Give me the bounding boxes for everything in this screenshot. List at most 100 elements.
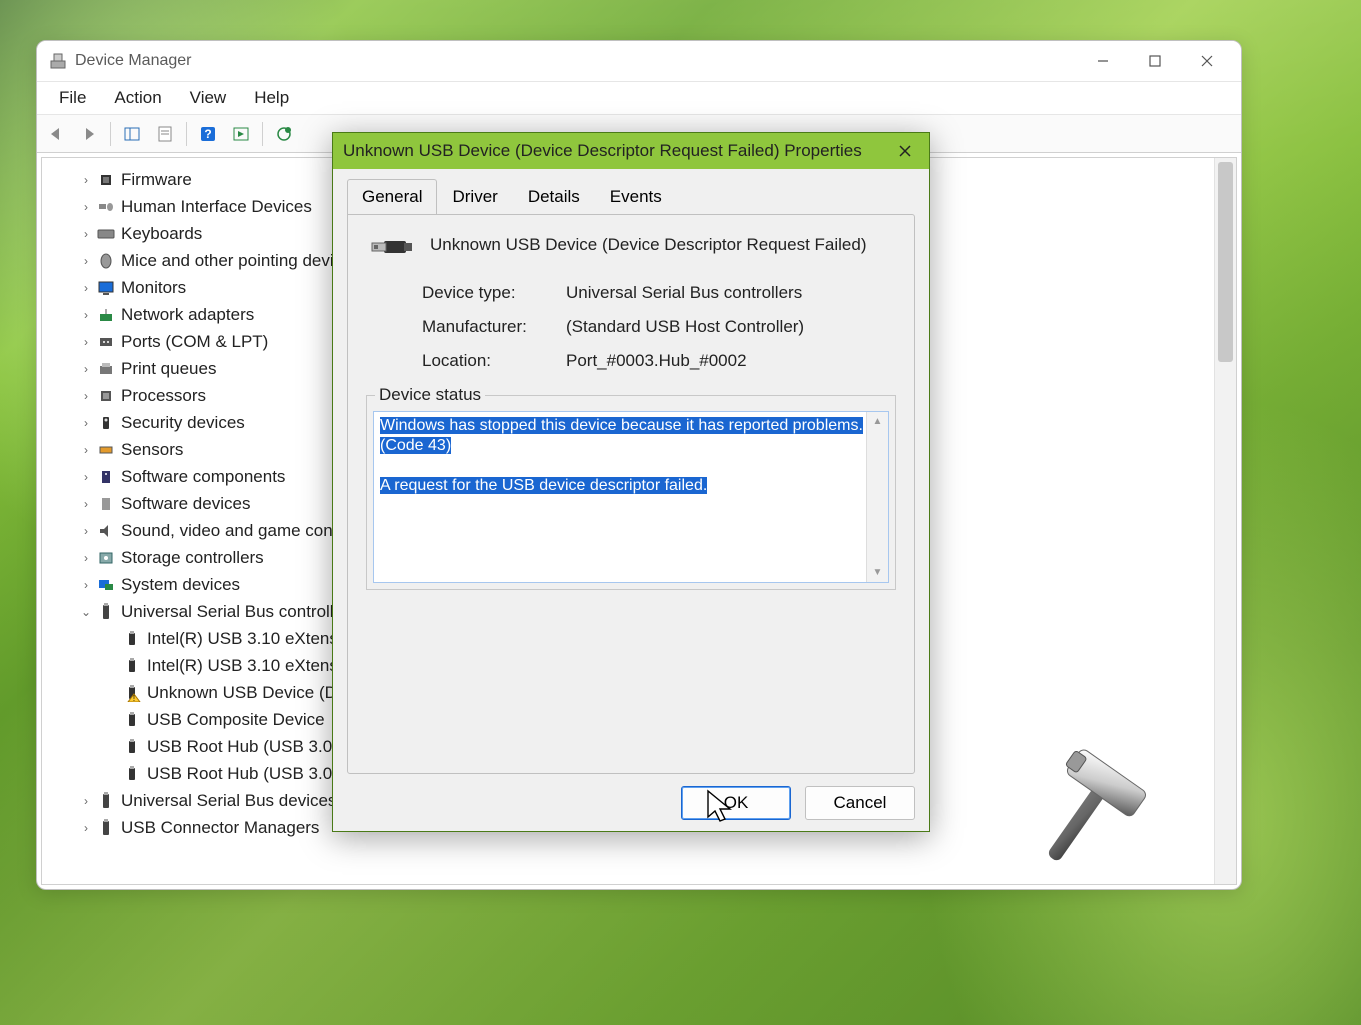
chevron-right-icon[interactable]: › — [78, 281, 94, 295]
tab-events[interactable]: Events — [595, 179, 677, 215]
dialog-close-button[interactable] — [891, 139, 919, 163]
chevron-right-icon[interactable]: › — [78, 308, 94, 322]
sysdev-icon — [96, 575, 116, 595]
svg-text:?: ? — [204, 127, 211, 141]
menu-action[interactable]: Action — [100, 84, 175, 112]
device-status-textbox[interactable]: Windows has stopped this device because … — [373, 411, 889, 583]
firmware-icon — [96, 170, 116, 190]
forward-button[interactable] — [74, 119, 104, 149]
tab-details[interactable]: Details — [513, 179, 595, 215]
properties-icon[interactable] — [150, 119, 180, 149]
chevron-right-icon[interactable]: › — [78, 524, 94, 538]
usb-plug-icon — [366, 233, 414, 257]
storage-icon — [96, 548, 116, 568]
chevron-right-icon[interactable]: › — [78, 200, 94, 214]
status-scrollbar[interactable]: ▲ ▼ — [866, 412, 888, 582]
back-button[interactable] — [41, 119, 71, 149]
tab-strip: General Driver Details Events — [333, 169, 929, 215]
mouse-icon — [96, 251, 116, 271]
menu-view[interactable]: View — [176, 84, 241, 112]
tree-item-label: Software components — [121, 467, 285, 487]
tree-item-label: Processors — [121, 386, 206, 406]
maximize-button[interactable] — [1129, 43, 1181, 79]
chevron-right-icon[interactable]: › — [78, 443, 94, 457]
scroll-down-icon[interactable]: ▼ — [873, 563, 883, 582]
chevron-right-icon[interactable]: › — [78, 362, 94, 376]
device-name: Unknown USB Device (Device Descriptor Re… — [430, 235, 867, 255]
tree-item-label: Sensors — [121, 440, 183, 460]
tree-item-label: USB Root Hub (USB 3.0) — [147, 764, 338, 784]
chevron-right-icon[interactable]: › — [78, 794, 94, 808]
usbplug-icon — [122, 737, 142, 757]
status-line-1: Windows has stopped this device because … — [380, 417, 863, 454]
titlebar[interactable]: Device Manager — [37, 41, 1241, 81]
tab-driver[interactable]: Driver — [437, 179, 512, 215]
sec-icon — [96, 413, 116, 433]
chevron-right-icon[interactable]: › — [78, 389, 94, 403]
show-hide-console-button[interactable] — [117, 119, 147, 149]
minimize-button[interactable] — [1077, 43, 1129, 79]
manufacturer-value: (Standard USB Host Controller) — [566, 317, 804, 337]
tree-item-label: Software devices — [121, 494, 250, 514]
scan-icon[interactable] — [226, 119, 256, 149]
chevron-right-icon[interactable]: › — [78, 173, 94, 187]
tree-item-label: Security devices — [121, 413, 245, 433]
ok-button[interactable]: OK — [681, 786, 791, 820]
chevron-right-icon[interactable]: › — [78, 497, 94, 511]
tree-item-label: USB Connector Managers — [121, 818, 319, 838]
device-info: Device type: Universal Serial Bus contro… — [422, 283, 896, 371]
chevron-right-icon[interactable]: › — [78, 821, 94, 835]
usbplug-icon — [122, 656, 142, 676]
dialog-titlebar[interactable]: Unknown USB Device (Device Descriptor Re… — [333, 133, 929, 169]
tree-item-label: Keyboards — [121, 224, 202, 244]
add-driver-icon[interactable] — [269, 119, 299, 149]
cancel-button[interactable]: Cancel — [805, 786, 915, 820]
usbwarn-icon: ! — [122, 683, 142, 703]
tree-item-label: Print queues — [121, 359, 216, 379]
window-title: Device Manager — [75, 52, 1077, 70]
port-icon — [96, 332, 116, 352]
help-icon[interactable]: ? — [193, 119, 223, 149]
menubar: File Action View Help — [37, 81, 1241, 115]
monitor-icon — [96, 278, 116, 298]
close-button[interactable] — [1181, 43, 1233, 79]
chevron-right-icon[interactable]: › — [78, 254, 94, 268]
tree-item-label: Universal Serial Bus controllers — [121, 602, 357, 622]
scroll-up-icon[interactable]: ▲ — [873, 412, 883, 431]
sound-icon — [96, 521, 116, 541]
usbplug-icon — [122, 764, 142, 784]
location-label: Location: — [422, 351, 566, 371]
usb-icon — [96, 602, 116, 622]
tree-item-label: Human Interface Devices — [121, 197, 312, 217]
usb-icon — [96, 818, 116, 838]
tree-item-label: Storage controllers — [121, 548, 264, 568]
tab-general[interactable]: General — [347, 179, 437, 215]
chevron-right-icon[interactable]: › — [78, 470, 94, 484]
tree-item-label: Network adapters — [121, 305, 254, 325]
chevron-right-icon[interactable]: › — [78, 578, 94, 592]
sensor-icon — [96, 440, 116, 460]
chevron-right-icon[interactable]: › — [78, 416, 94, 430]
device-type-label: Device type: — [422, 283, 566, 303]
usb-icon — [96, 791, 116, 811]
print-icon — [96, 359, 116, 379]
manufacturer-label: Manufacturer: — [422, 317, 566, 337]
chevron-right-icon[interactable]: › — [78, 335, 94, 349]
tree-item-label: Monitors — [121, 278, 186, 298]
tree-item-label: USB Root Hub (USB 3.0) — [147, 737, 338, 757]
tab-panel-general: Unknown USB Device (Device Descriptor Re… — [347, 214, 915, 774]
hid-icon — [96, 197, 116, 217]
swcomp-icon — [96, 467, 116, 487]
chevron-down-icon[interactable]: ⌄ — [78, 605, 94, 619]
menu-file[interactable]: File — [45, 84, 100, 112]
chevron-right-icon[interactable]: › — [78, 227, 94, 241]
usbplug-icon — [122, 629, 142, 649]
device-status-group: Device status Windows has stopped this d… — [366, 385, 896, 590]
kb-icon — [96, 224, 116, 244]
menu-help[interactable]: Help — [240, 84, 303, 112]
scrollbar-vertical[interactable] — [1214, 158, 1236, 884]
dialog-title: Unknown USB Device (Device Descriptor Re… — [343, 141, 891, 161]
chevron-right-icon[interactable]: › — [78, 551, 94, 565]
app-icon — [49, 52, 67, 70]
location-value: Port_#0003.Hub_#0002 — [566, 351, 747, 371]
